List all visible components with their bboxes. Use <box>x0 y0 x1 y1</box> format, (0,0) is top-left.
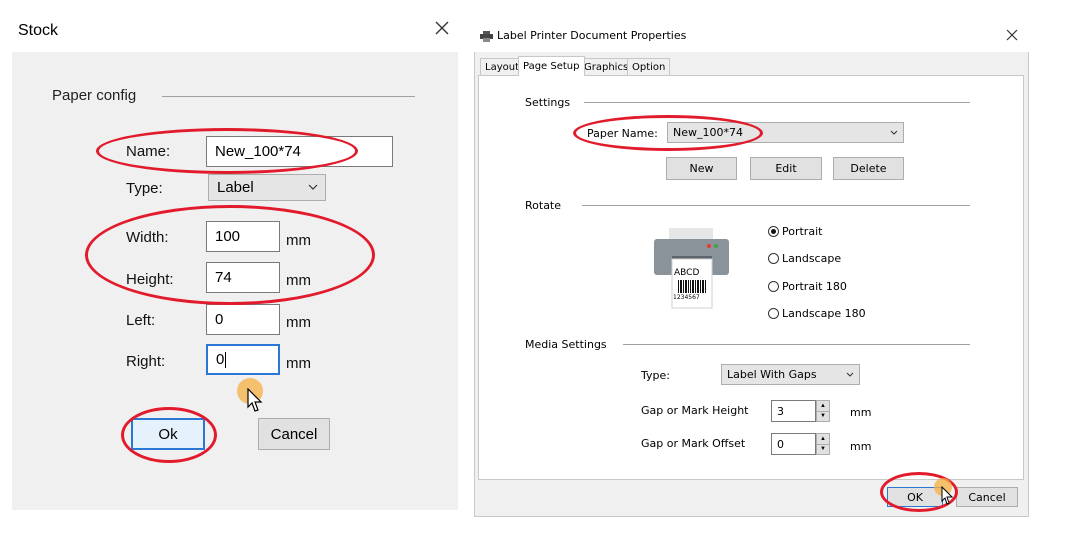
type-select[interactable]: Label <box>208 174 326 201</box>
new-paper-button[interactable]: New <box>666 157 737 180</box>
section-divider <box>623 344 970 345</box>
spin-up-icon[interactable]: ▲ <box>817 434 829 445</box>
right-input[interactable]: 0 <box>206 344 280 375</box>
left-unit: mm <box>286 314 311 331</box>
radio-button <box>768 226 779 237</box>
media-type-value: Label With Gaps <box>727 368 817 381</box>
radio-landscape[interactable]: Landscape <box>768 252 841 265</box>
radio-landscape-180[interactable]: Landscape 180 <box>768 307 866 320</box>
radio-portrait-180[interactable]: Portrait 180 <box>768 280 847 293</box>
gap-offset-spinner[interactable]: ▲ ▼ <box>816 433 830 455</box>
radio-label: Landscape 180 <box>782 307 866 320</box>
height-label: Height: <box>126 271 174 288</box>
spin-down-icon[interactable]: ▼ <box>817 412 829 422</box>
chevron-down-icon <box>889 128 899 141</box>
gap-offset-input[interactable]: 0 <box>771 433 816 455</box>
printer-barcode-digits: 1234567 <box>673 294 700 301</box>
tab-graphics[interactable]: Graphics <box>579 58 634 75</box>
width-input[interactable]: 100 <box>206 221 280 252</box>
name-input-value: New_100*74 <box>215 143 301 160</box>
spin-down-icon[interactable]: ▼ <box>817 445 829 455</box>
edit-paper-button[interactable]: Edit <box>750 157 822 180</box>
media-type-label: Type: <box>641 369 670 382</box>
height-input[interactable]: 74 <box>206 262 280 293</box>
radio-label: Portrait 180 <box>782 280 847 293</box>
section-divider <box>584 102 970 103</box>
right-unit: mm <box>286 355 311 372</box>
paper-name-value: New_100*74 <box>673 126 743 139</box>
width-label: Width: <box>126 229 169 246</box>
radio-button <box>768 281 779 292</box>
radio-portrait[interactable]: Portrait <box>768 225 822 238</box>
width-input-value: 100 <box>215 228 241 245</box>
gap-height-unit: mm <box>850 406 872 419</box>
dialog-title: Label Printer Document Properties <box>497 29 687 42</box>
chevron-down-icon <box>845 370 855 383</box>
text-caret <box>225 351 227 368</box>
rotate-section-label: Rotate <box>525 199 562 212</box>
settings-section-label: Settings <box>525 96 571 109</box>
height-unit: mm <box>286 272 311 289</box>
right-input-value: 0 <box>216 351 225 368</box>
chevron-down-icon <box>307 180 319 197</box>
close-icon[interactable] <box>432 18 452 38</box>
close-icon[interactable] <box>1003 26 1021 44</box>
paper-name-select[interactable]: New_100*74 <box>667 122 904 143</box>
ok-button[interactable]: Ok <box>131 418 205 450</box>
section-divider <box>582 205 970 206</box>
radio-label: Landscape <box>782 252 842 265</box>
paper-name-label: Paper Name: <box>587 127 658 140</box>
printer-icon <box>480 29 493 42</box>
gap-height-value: 3 <box>777 404 784 418</box>
gap-height-input[interactable]: 3 <box>771 400 816 422</box>
type-label: Type: <box>126 180 163 197</box>
stock-dialog-title: Stock <box>18 22 59 39</box>
gap-height-label: Gap or Mark Height <box>641 404 749 417</box>
cancel-button[interactable]: Cancel <box>956 487 1018 507</box>
name-label: Name: <box>126 143 171 160</box>
cancel-button[interactable]: Cancel <box>258 418 330 450</box>
paper-config-group-label: Paper config <box>52 87 137 104</box>
mouse-cursor-icon <box>941 485 955 511</box>
group-divider <box>162 96 415 97</box>
width-unit: mm <box>286 232 311 249</box>
type-select-value: Label <box>217 179 254 196</box>
gap-offset-label: Gap or Mark Offset <box>641 437 746 450</box>
mouse-cursor-icon <box>247 387 265 419</box>
media-settings-section-label: Media Settings <box>525 338 607 351</box>
radio-button <box>768 253 779 264</box>
left-input[interactable]: 0 <box>206 304 280 335</box>
delete-paper-button[interactable]: Delete <box>833 157 904 180</box>
radio-label: Portrait <box>782 225 823 238</box>
left-input-value: 0 <box>215 311 224 328</box>
right-label: Right: <box>126 353 166 370</box>
tab-page-setup[interactable]: Page Setup <box>518 56 585 76</box>
name-input[interactable]: New_100*74 <box>206 136 393 167</box>
gap-offset-unit: mm <box>850 440 872 453</box>
gap-height-spinner[interactable]: ▲ ▼ <box>816 400 830 422</box>
printer-label-text: ABCD <box>674 268 700 278</box>
spin-up-icon[interactable]: ▲ <box>817 401 829 412</box>
left-label: Left: <box>126 312 156 329</box>
tab-option[interactable]: Option <box>627 58 671 75</box>
media-type-select[interactable]: Label With Gaps <box>721 364 860 385</box>
height-input-value: 74 <box>215 269 232 286</box>
gap-offset-value: 0 <box>777 437 784 451</box>
radio-button <box>768 308 779 319</box>
